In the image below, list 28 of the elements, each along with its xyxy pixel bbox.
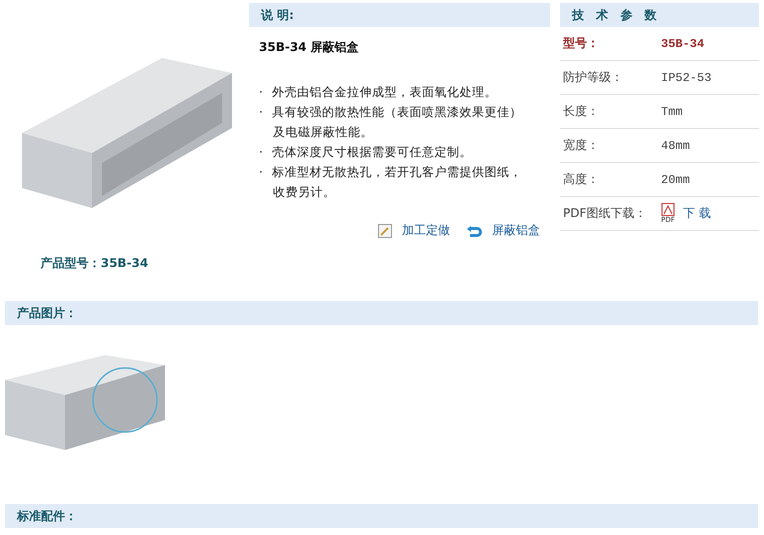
back-arrow-icon: [466, 224, 482, 238]
description-line: · 外壳由铝合金拉伸成型，表面氧化处理。: [259, 84, 498, 101]
product-model-caption: 产品型号：35B-34: [40, 255, 148, 272]
spec-value: 20mm: [661, 172, 690, 186]
spec-value: IP52-53: [661, 70, 712, 84]
section-header: 产品图片：: [5, 301, 758, 325]
description-line: · 标准型材无散热孔，若开孔客户需提供图纸，: [259, 164, 523, 181]
spec-label: 型号：: [563, 35, 600, 52]
custom-link[interactable]: 加工定做: [378, 222, 450, 239]
spec-label: 长度：: [563, 103, 600, 120]
specs-header: 技 术 参 数: [560, 3, 759, 27]
description-line: · 壳体深度尺寸根据需要可任意定制。: [259, 144, 473, 161]
spec-label: 宽度：: [563, 137, 600, 154]
product-title: 35B-34 屏蔽铝盒: [259, 39, 360, 56]
pdf-icon: [661, 203, 675, 216]
picture-icon: [378, 224, 392, 238]
description-line: · 具有较强的散热性能（表面喷黑漆效果更佳）: [259, 104, 523, 121]
back-link[interactable]: 屏蔽铝盒: [466, 222, 540, 239]
description-header: 说 明:: [249, 3, 550, 27]
description-line: 收费另计。: [272, 184, 336, 201]
spec-value: 48mm: [661, 138, 690, 152]
spec-label: 高度：: [563, 171, 600, 188]
spec-label: PDF图纸下载：: [563, 205, 648, 222]
description-line: 及电磁屏蔽性能。: [272, 124, 374, 141]
spec-value: Tmm: [661, 104, 683, 118]
spec-value: 35B-34: [661, 36, 704, 50]
spec-label: 防护等级：: [563, 69, 624, 86]
section-header: 标准配件：: [5, 504, 758, 528]
